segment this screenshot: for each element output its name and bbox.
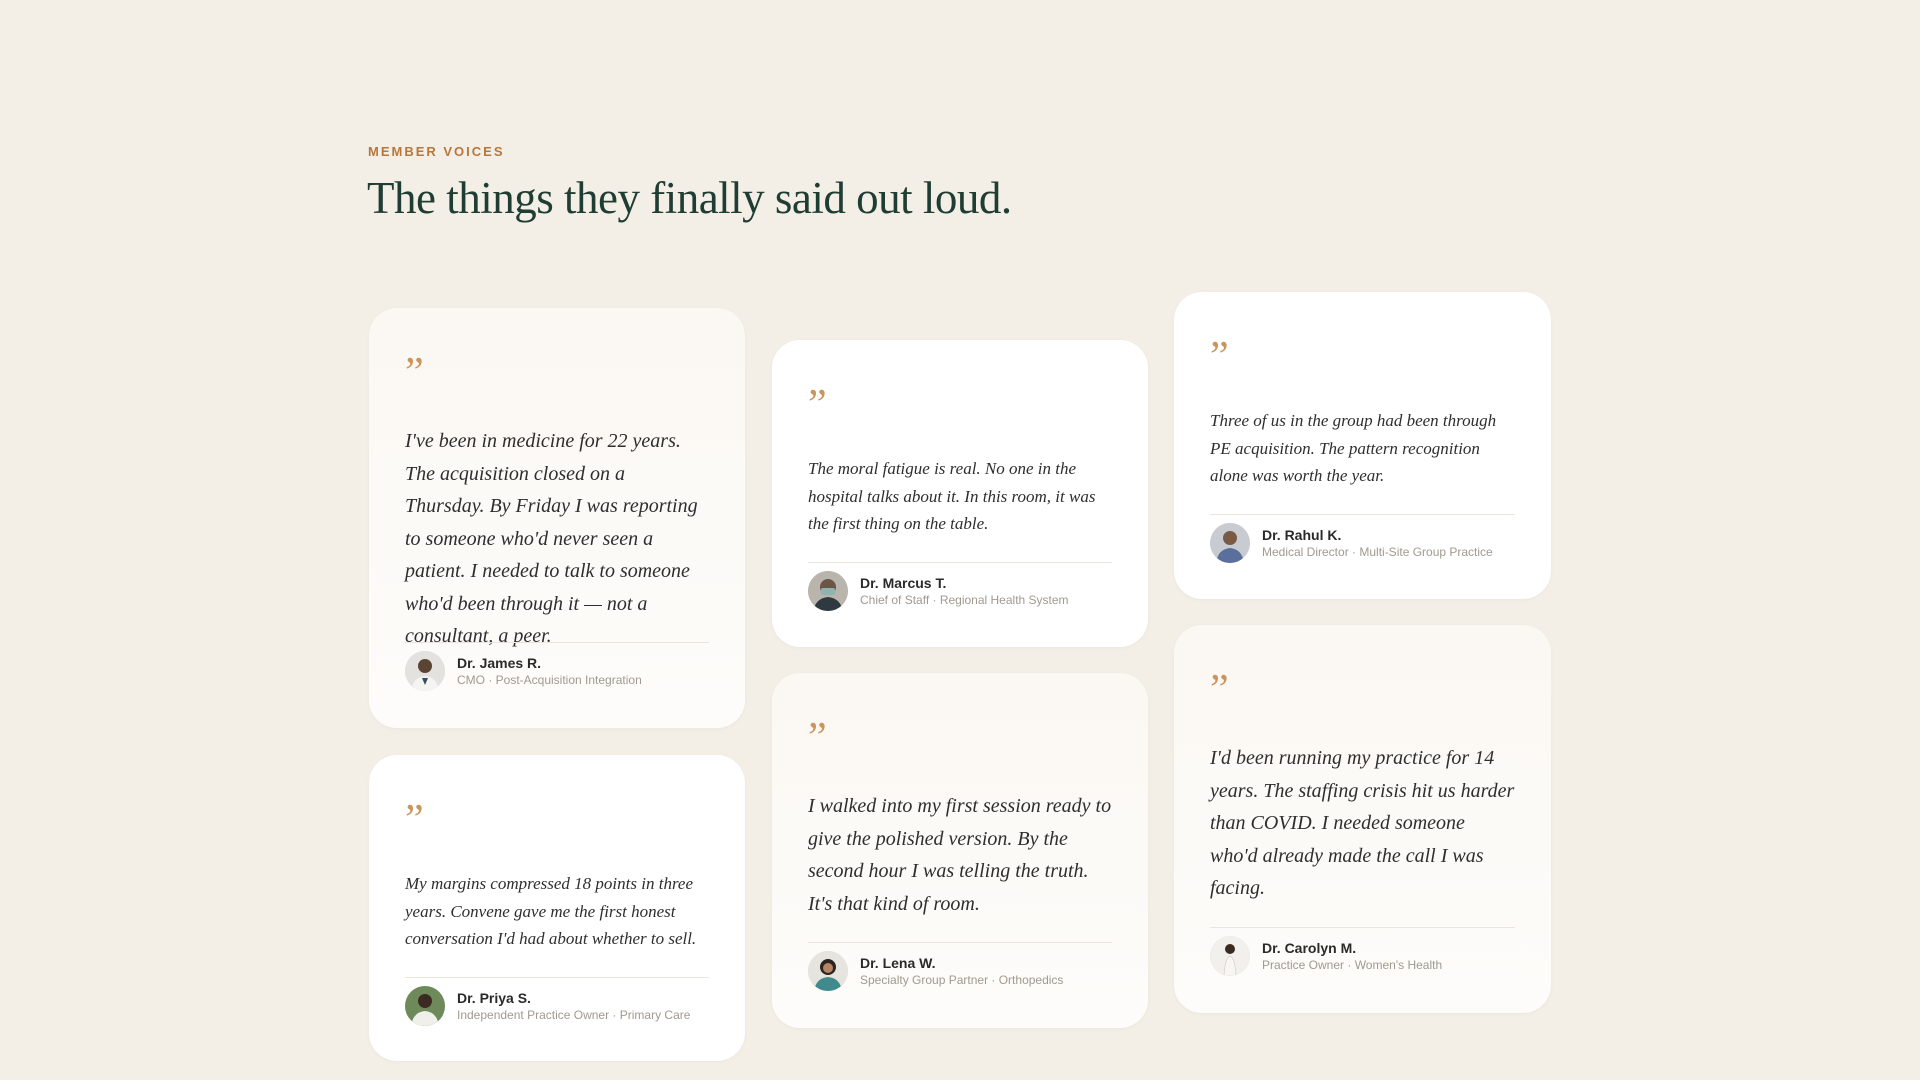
author-name: Dr. Lena W. <box>860 954 936 971</box>
testimonial-card: ” My margins compressed 18 points in thr… <box>369 755 745 1061</box>
avatar <box>405 986 445 1026</box>
testimonial-card: ” I walked into my first session ready t… <box>772 673 1148 1028</box>
quote-mark-icon: ” <box>405 797 424 843</box>
quote-mark-icon: ” <box>1210 334 1229 380</box>
testimonial-author: Dr. James R. CMO · Post-Acquisition Inte… <box>405 651 725 691</box>
card-divider <box>1210 514 1515 515</box>
card-divider <box>405 642 709 643</box>
testimonial-author: Dr. Rahul K. Medical Director · Multi-Si… <box>1210 523 1531 563</box>
card-divider <box>808 942 1112 943</box>
quote-mark-icon: ” <box>808 382 827 428</box>
testimonial-quote: I'd been running my practice for 14 year… <box>1210 747 1515 899</box>
testimonial-quote: Three of us in the group had been throug… <box>1210 411 1497 485</box>
testimonial-author: Dr. Priya S. Independent Practice Owner … <box>405 986 725 1026</box>
quote-mark-icon: ” <box>808 715 827 761</box>
quote-mark-icon: ” <box>405 350 424 396</box>
card-divider <box>808 562 1112 563</box>
author-name: Dr. Marcus T. <box>860 574 947 591</box>
author-role: Chief of Staff · Regional Health System <box>860 592 1069 607</box>
author-role: CMO · Post-Acquisition Integration <box>457 672 642 687</box>
section-headline: The things they finally said out loud. <box>367 173 1012 223</box>
testimonial-author: Dr. Lena W. Specialty Group Partner · Or… <box>808 951 1128 991</box>
testimonial-quote: The moral fatigue is real. No one in the… <box>808 459 1096 533</box>
author-name: Dr. Carolyn M. <box>1262 939 1357 956</box>
author-role: Medical Director · Multi-Site Group Prac… <box>1262 544 1493 559</box>
author-name: Dr. Priya S. <box>457 989 531 1006</box>
testimonial-card: ” I've been in medicine for 22 years. Th… <box>369 308 745 728</box>
testimonial-card: ” The moral fatigue is real. No one in t… <box>772 340 1148 647</box>
testimonial-card: ” Three of us in the group had been thro… <box>1174 292 1551 599</box>
quote-mark-icon: ” <box>1210 667 1229 713</box>
author-role: Independent Practice Owner · Primary Car… <box>457 1007 691 1022</box>
section-eyebrow: MEMBER VOICES <box>368 144 505 159</box>
card-divider <box>1210 927 1515 928</box>
avatar <box>808 951 848 991</box>
member-voices-section: MEMBER VOICES The things they finally sa… <box>0 0 1920 1080</box>
author-name: Dr. Rahul K. <box>1262 526 1342 543</box>
testimonial-quote: I walked into my first session ready to … <box>808 795 1112 915</box>
avatar <box>1210 523 1250 563</box>
avatar <box>405 651 445 691</box>
author-role: Practice Owner · Women's Health <box>1262 957 1443 972</box>
author-name: Dr. James R. <box>457 654 542 671</box>
avatar <box>1210 936 1250 976</box>
testimonial-author: Dr. Marcus T. Chief of Staff · Regional … <box>808 571 1128 611</box>
testimonial-card: ” I'd been running my practice for 14 ye… <box>1174 625 1551 1013</box>
testimonial-author: Dr. Carolyn M. Practice Owner · Women's … <box>1210 936 1531 976</box>
testimonial-quote: My margins compressed 18 points in three… <box>405 874 697 948</box>
avatar <box>808 571 848 611</box>
testimonial-quote: I've been in medicine for 22 years. The … <box>405 430 698 647</box>
author-role: Specialty Group Partner · Orthopedics <box>860 972 1064 987</box>
card-divider <box>405 977 709 978</box>
